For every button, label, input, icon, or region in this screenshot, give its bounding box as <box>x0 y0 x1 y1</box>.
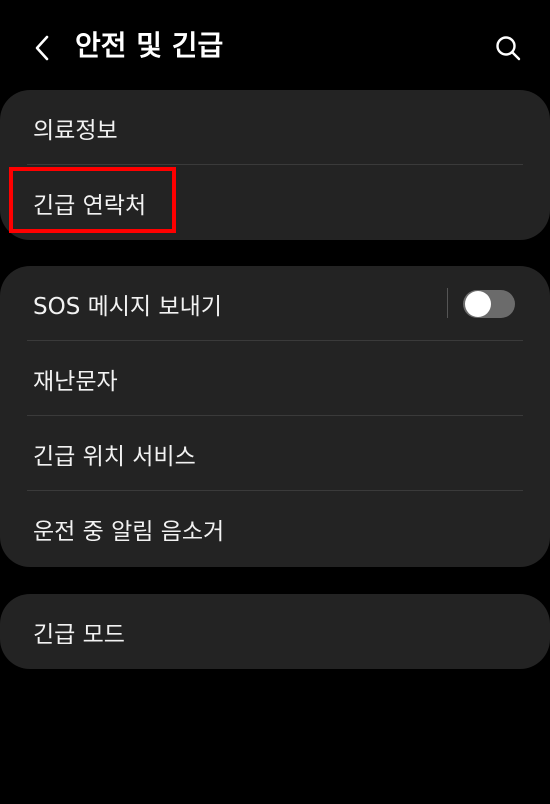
list-item-emergency-contacts[interactable]: 긴급 연락처 <box>0 165 550 240</box>
settings-group-medical: 의료정보 긴급 연락처 <box>0 90 550 240</box>
list-item-emergency-location[interactable]: 긴급 위치 서비스 <box>0 416 550 491</box>
page-title: 안전 및 긴급 <box>75 29 224 62</box>
chevron-left-icon <box>35 35 49 61</box>
toggle-knob <box>465 291 491 317</box>
list-item-label: 긴급 위치 서비스 <box>33 443 196 470</box>
list-item-label: 재난문자 <box>33 368 118 395</box>
search-button[interactable] <box>488 28 528 68</box>
app-header: 안전 및 긴급 <box>0 0 550 92</box>
list-item-medical-info[interactable]: 의료정보 <box>0 90 550 165</box>
list-item-disaster-alerts[interactable]: 재난문자 <box>0 341 550 416</box>
list-item-label: 의료정보 <box>33 117 118 144</box>
list-item-sos-message[interactable]: SOS 메시지 보내기 <box>0 266 550 341</box>
settings-group-emergency: SOS 메시지 보내기 재난문자 긴급 위치 서비스 운전 중 알림 음소거 <box>0 266 550 567</box>
toggle-separator <box>447 288 448 318</box>
list-item-driving-mute[interactable]: 운전 중 알림 음소거 <box>0 491 550 566</box>
list-item-label: 긴급 모드 <box>33 621 125 648</box>
back-button[interactable] <box>22 28 62 68</box>
settings-group-emergency-mode: 긴급 모드 <box>0 594 550 669</box>
list-item-label: SOS 메시지 보내기 <box>33 293 222 320</box>
sos-toggle-switch[interactable] <box>463 290 515 318</box>
list-item-emergency-mode[interactable]: 긴급 모드 <box>0 594 550 669</box>
list-item-label: 운전 중 알림 음소거 <box>33 518 225 545</box>
search-icon <box>496 36 521 61</box>
list-item-label: 긴급 연락처 <box>33 192 147 219</box>
